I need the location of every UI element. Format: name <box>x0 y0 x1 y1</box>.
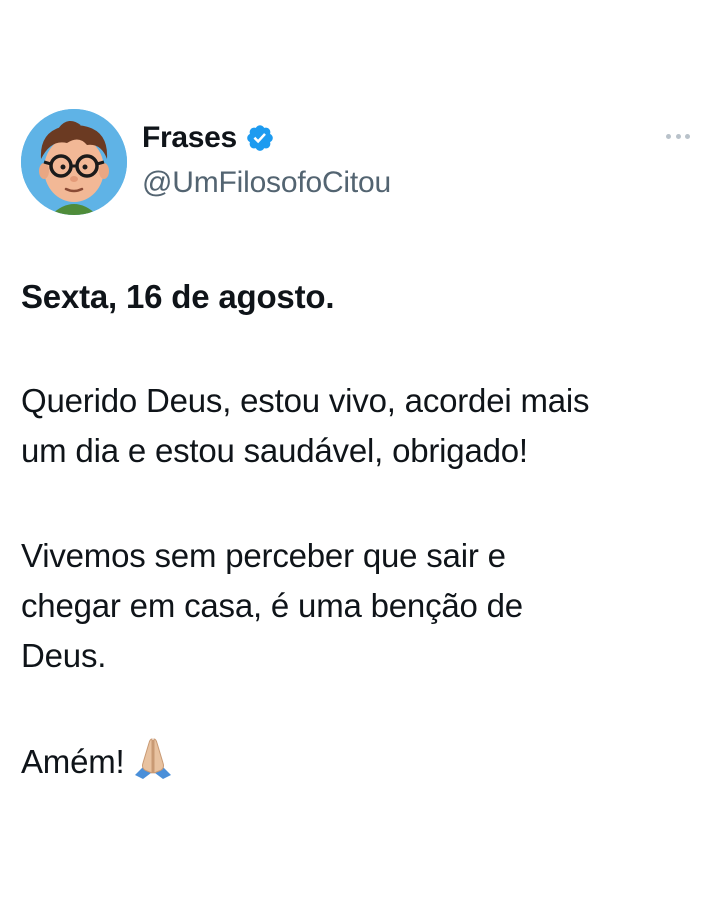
avatar[interactable] <box>21 109 127 215</box>
tweet-card: Frases @UmFilosofoCitou Sexta, 16 de ago… <box>0 0 720 900</box>
closing-text: Amém! <box>21 743 125 780</box>
post-line: Deus. <box>21 637 107 674</box>
dot <box>666 133 671 139</box>
post-paragraph-1: Querido Deus, estou vivo, acordei mais u… <box>21 376 701 476</box>
dot <box>675 133 681 139</box>
dot <box>685 133 690 139</box>
cartoon-boy-avatar-icon <box>21 109 127 215</box>
post-line: chegar em casa, é uma benção de <box>21 587 523 624</box>
post-line: Querido Deus, estou vivo, acordei mais <box>21 382 590 419</box>
author-name-row: Frases <box>142 116 275 160</box>
post-paragraph-2: Vivemos sem perceber que sair e chegar e… <box>21 531 701 681</box>
more-options-icon[interactable] <box>666 128 690 144</box>
verified-badge-icon <box>245 123 275 153</box>
post-line: Vivemos sem perceber que sair e <box>21 537 506 574</box>
user-handle[interactable]: @UmFilosofoCitou <box>142 163 391 203</box>
display-name[interactable]: Frases <box>142 116 237 160</box>
praying-hands-icon <box>131 735 175 779</box>
post-date-line: Sexta, 16 de agosto. <box>21 278 335 315</box>
post-line: um dia e estou saudável, obrigado! <box>21 432 528 469</box>
post-closing: Amém! <box>21 735 701 787</box>
